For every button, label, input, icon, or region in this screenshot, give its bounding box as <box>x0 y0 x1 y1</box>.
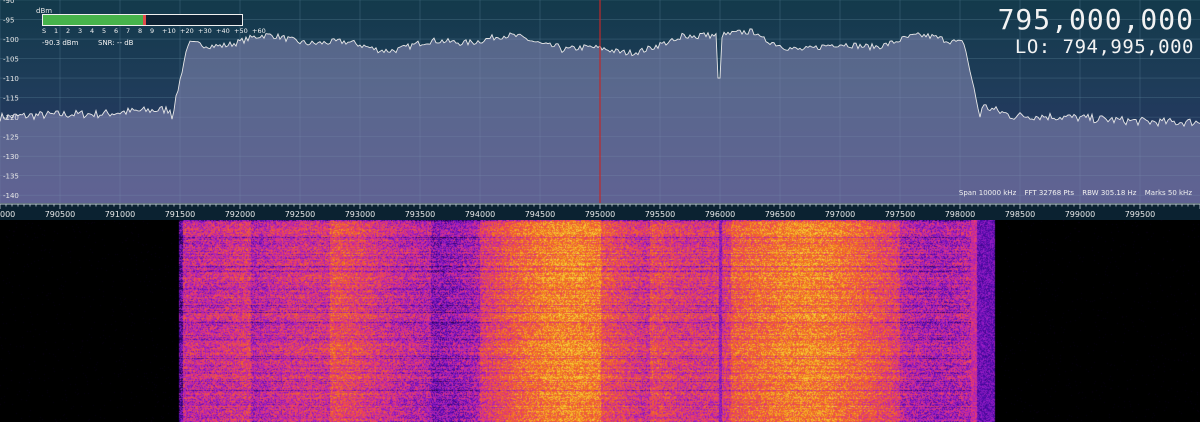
smeter-level-fill <box>43 15 143 25</box>
smeter-overload-fill <box>142 15 147 25</box>
frequency-axis-label: 791500 <box>165 210 196 219</box>
lo-frequency[interactable]: LO: 794,995,000 <box>998 36 1194 58</box>
frequency-axis-label: 794000 <box>465 210 496 219</box>
frequency-axis-label: 799500 <box>1125 210 1156 219</box>
smeter-tick-label: 9 <box>150 27 155 35</box>
frequency-axis-label: 797000 <box>825 210 856 219</box>
smeter-tick-label: +50 <box>234 27 248 35</box>
fft-size-readout: FFT 32768 Pts <box>1024 189 1075 197</box>
span-readout: Span 10000 kHz <box>958 189 1017 197</box>
waterfall-display[interactable] <box>0 220 1200 422</box>
frequency-axis-label: 793500 <box>405 210 436 219</box>
frequency-display[interactable]: 795,000,000 LO: 794,995,000 <box>998 4 1194 59</box>
db-axis-label: -125 <box>3 134 19 142</box>
frequency-axis-label: 798500 <box>1005 210 1036 219</box>
frequency-axis-label: 791000 <box>105 210 136 219</box>
frequency-axis-label: 792500 <box>285 210 316 219</box>
frequency-axis[interactable]: 790000 790500 791000 791500 792000 792500 7930… <box>0 203 1200 220</box>
frequency-axis-label: 796500 <box>765 210 796 219</box>
smeter-tick-label: 8 <box>138 27 143 35</box>
smeter-tick-label: S <box>42 27 47 35</box>
db-axis-label: -105 <box>3 56 19 64</box>
smeter-tick-label: +30 <box>198 27 212 35</box>
smeter-tick-label: 2 <box>66 27 71 35</box>
frequency-axis-label: 797500 <box>885 210 916 219</box>
smeter-scale: S 1 2 3 4 5 6 7 8 9 +10 +20 +30 +40 +50 +60 <box>42 27 266 37</box>
frequency-axis-label: 792000 <box>225 210 256 219</box>
db-axis-label: -120 <box>3 114 19 122</box>
fft-status-bar: Span 10000 kHz FFT 32768 Pts RBW 305.18 … <box>953 189 1192 197</box>
smeter-tick-label: 6 <box>114 27 119 35</box>
smeter-tick-label: 5 <box>102 27 107 35</box>
frequency-axis-label: 795500 <box>645 210 676 219</box>
spectrum-panel[interactable]: -90 -95 -100 -105 -110 -115 -120 -125 -130 -135 -1… <box>0 0 1200 203</box>
smeter-snr-readout: SNR: -- dB <box>98 39 134 47</box>
db-axis-label: -115 <box>3 95 19 103</box>
sdr-app: -90 -95 -100 -105 -110 -115 -120 -125 -130 -135 -1… <box>0 0 1200 422</box>
smeter-level-readout: -90.3 dBm <box>42 39 79 47</box>
db-axis-label: -140 <box>3 192 19 200</box>
smeter-tick-label: +60 <box>252 27 266 35</box>
frequency-axis-label: 790500 <box>45 210 76 219</box>
smeter-tick-label: 7 <box>126 27 131 35</box>
frequency-axis-svg[interactable]: 790000 790500 791000 791500 792000 792500 7930… <box>0 203 1200 220</box>
signal-meter: dBm S 1 2 3 4 5 6 7 8 9 +10 +20 +30 +40 +50 +60 -90.3 d… <box>12 2 266 50</box>
smeter-tick-label: +40 <box>216 27 230 35</box>
db-axis-label: -135 <box>3 173 19 181</box>
frequency-axis-label: 790000 <box>0 210 15 219</box>
frequency-axis-label: 795000 <box>585 210 616 219</box>
smeter-tick-label: +20 <box>180 27 194 35</box>
rbw-readout: RBW 305.18 Hz <box>1082 189 1137 197</box>
frequency-axis-label: 793000 <box>345 210 376 219</box>
center-frequency[interactable]: 795,000,000 <box>998 4 1194 36</box>
waterfall-panel[interactable] <box>0 220 1200 422</box>
frequency-axis-label: 799000 <box>1065 210 1096 219</box>
smeter-tick-label: 1 <box>54 27 59 35</box>
smeter-tick-label: 4 <box>90 27 95 35</box>
db-axis-label: -130 <box>3 153 19 161</box>
smeter-tick-label: 3 <box>78 27 83 35</box>
smeter-bar <box>42 14 243 26</box>
frequency-axis-label: 794500 <box>525 210 556 219</box>
smeter-tick-label: +10 <box>162 27 176 35</box>
db-axis-label: -110 <box>3 75 19 83</box>
marks-readout: Marks 50 kHz <box>1144 189 1192 197</box>
frequency-axis-label: 798000 <box>945 210 976 219</box>
frequency-axis-label: 796000 <box>705 210 736 219</box>
